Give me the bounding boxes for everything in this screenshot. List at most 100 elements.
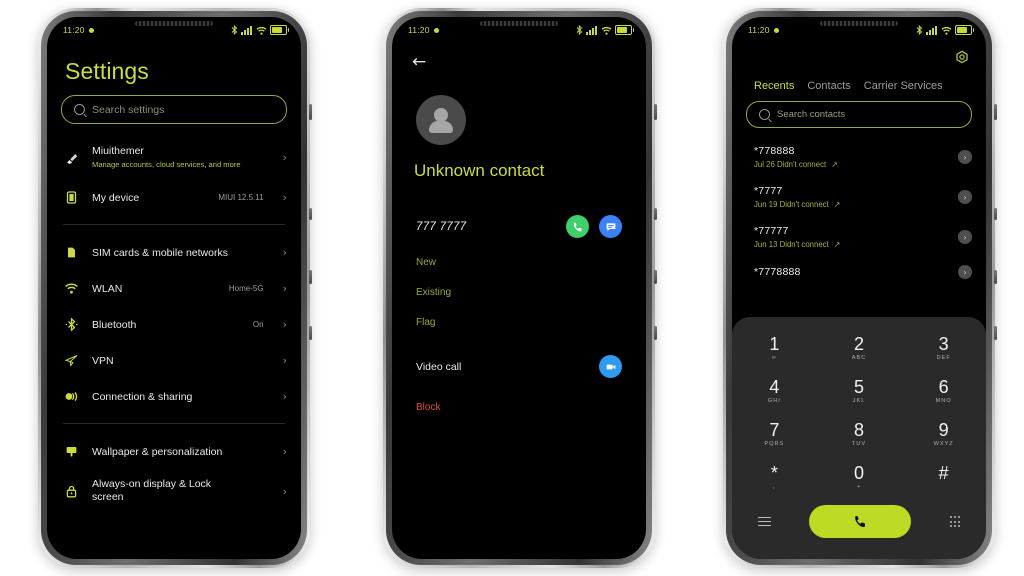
settings-item-text: SIM cards & mobile networks [92, 243, 271, 261]
side-button[interactable] [654, 270, 657, 284]
dialpad-key-0[interactable]: 0 + [817, 456, 902, 499]
settings-item-value: Home-5G [228, 283, 264, 293]
side-button[interactable] [654, 326, 657, 340]
call-log-detail: Jul 26 Didn't connect [754, 160, 827, 169]
video-call-row[interactable]: Video call [392, 328, 646, 378]
chevron-right-icon: › [282, 190, 287, 204]
outgoing-call-icon: ↗ [833, 240, 841, 249]
dialpad-key-8[interactable]: 8 TUV [817, 413, 902, 456]
settings-item-label: My device [92, 192, 140, 204]
chevron-right-icon[interactable]: › [958, 230, 972, 244]
dialpad-key-5[interactable]: 5 JKL [817, 370, 902, 413]
dialpad-key-6[interactable]: 6 MNO [901, 370, 986, 413]
battery-icon [615, 25, 634, 35]
chevron-right-icon[interactable]: › [958, 190, 972, 204]
side-button[interactable] [994, 208, 997, 220]
phone-screen: 11:20 Settings Search settings Miuitheme… [47, 17, 301, 559]
dialpad-letters: PQRS [764, 441, 785, 447]
settings-item-my-device[interactable]: My device MIUI 12.5.11 › [47, 179, 301, 215]
dialpad-digit: * [770, 463, 778, 483]
call-button[interactable] [566, 215, 589, 238]
hamburger-menu-icon[interactable] [758, 516, 771, 527]
contact-action-existing[interactable]: Existing [392, 268, 646, 298]
block-action[interactable]: Block [392, 378, 646, 413]
side-button[interactable] [654, 208, 657, 220]
call-log-row[interactable]: *7778888 › [732, 257, 986, 287]
side-button[interactable] [309, 326, 312, 340]
dialpad-key-hash[interactable]: # [901, 456, 986, 499]
tab-contacts[interactable]: Contacts [807, 80, 850, 92]
search-contacts-input[interactable]: Search contacts [746, 101, 972, 128]
side-button[interactable] [994, 270, 997, 284]
signal-icon [586, 25, 597, 35]
settings-item-always-on-display[interactable]: Always-on display & Lock screen › [47, 469, 301, 513]
side-button[interactable] [654, 104, 657, 120]
gear-icon[interactable] [954, 50, 970, 71]
chevron-right-icon: › [282, 484, 287, 498]
side-button[interactable] [994, 104, 997, 120]
back-arrow-icon[interactable]: ← [392, 40, 646, 71]
page-title: Settings [65, 58, 149, 84]
dialpad-letters: WXYZ [933, 441, 954, 447]
side-button[interactable] [994, 326, 997, 340]
call-log-row[interactable]: *7777 Jun 19 Didn't connect ↗ › [732, 177, 986, 217]
dialpad-digit: 2 [853, 334, 864, 354]
chevron-right-icon[interactable]: › [958, 265, 972, 279]
phone-contact: 11:20 ← Unknown contact 777 7777 New Exi… [383, 8, 657, 568]
wifi-icon [63, 280, 80, 297]
dialpad-icon[interactable] [949, 516, 960, 527]
dialpad-key-1[interactable]: 1 ∞ [732, 327, 817, 370]
tab-recents[interactable]: Recents [754, 80, 794, 92]
call-button[interactable] [809, 505, 912, 538]
contact-action-flag[interactable]: Flag [392, 298, 646, 328]
phone-settings: 11:20 Settings Search settings Miuitheme… [38, 8, 312, 568]
tab-carrier-services[interactable]: Carrier Services [864, 80, 943, 92]
dialpad-key-star[interactable]: *, [732, 456, 817, 499]
dialpad-letters: MNO [935, 398, 952, 404]
dialpad-grid: 1 ∞ 2 ABC 3 DEF 4 GHI 5 JKL 6 MNO 7 PQRS 8 TUV 9… [732, 327, 986, 499]
settings-item-wlan[interactable]: WLAN Home-5G › [47, 270, 301, 306]
dialpad-key-4[interactable]: 4 GHI [732, 370, 817, 413]
dialpad-letters: DEF [936, 355, 951, 361]
chevron-right-icon[interactable]: › [958, 150, 972, 164]
status-indicator-dot [88, 27, 94, 33]
settings-item-bluetooth[interactable]: Bluetooth On › [47, 306, 301, 342]
wifi-icon [256, 26, 267, 35]
settings-item-text: WLAN [92, 279, 217, 297]
settings-item-wallpaper[interactable]: Wallpaper & personalization › [47, 433, 301, 469]
chevron-right-icon: › [282, 389, 287, 403]
call-log-row[interactable]: *77777 Jun 13 Didn't connect ↗ › [732, 217, 986, 257]
phone-call-icon [854, 516, 865, 528]
lock-icon [63, 483, 80, 500]
status-time: 11:20 [408, 25, 430, 35]
dialpad-key-2[interactable]: 2 ABC [817, 327, 902, 370]
chevron-right-icon: › [282, 245, 287, 259]
dialpad-digit: 1 [769, 334, 780, 354]
search-icon [759, 109, 770, 120]
side-button[interactable] [309, 208, 312, 220]
contact-action-new[interactable]: New [392, 238, 646, 268]
side-button[interactable] [309, 270, 312, 284]
dialpad-digit: 5 [853, 377, 864, 397]
search-settings-input[interactable]: Search settings [61, 95, 287, 124]
settings-item-connection-sharing[interactable]: Connection & sharing › [47, 378, 301, 414]
settings-item-sim-cards[interactable]: SIM cards & mobile networks › [47, 234, 301, 270]
call-log-row[interactable]: *778888 Jul 26 Didn't connect ↗ › [732, 137, 986, 177]
phone-screen: 11:20 ← Unknown contact 777 7777 New Exi… [392, 17, 646, 559]
search-icon [74, 104, 85, 115]
dialpad-letters: GHI [767, 398, 781, 404]
chevron-right-icon: › [282, 317, 287, 331]
voicemail-icon: ∞ [771, 355, 777, 361]
wallpaper-icon [63, 443, 80, 460]
phone-screen: 11:20 Recents Contacts Carrier Services … [732, 17, 986, 559]
settings-item-miuithemer[interactable]: Miuithemer Manage accounts, cloud servic… [47, 136, 301, 179]
message-button[interactable] [599, 215, 622, 238]
call-log-number: *7777 [754, 185, 783, 197]
side-button[interactable] [309, 104, 312, 120]
video-call-button[interactable] [599, 355, 622, 378]
notch-speaker [135, 21, 213, 26]
settings-item-vpn[interactable]: VPN › [47, 342, 301, 378]
dialpad-key-7[interactable]: 7 PQRS [732, 413, 817, 456]
dialpad-key-9[interactable]: 9 WXYZ [901, 413, 986, 456]
dialpad-key-3[interactable]: 3 DEF [901, 327, 986, 370]
